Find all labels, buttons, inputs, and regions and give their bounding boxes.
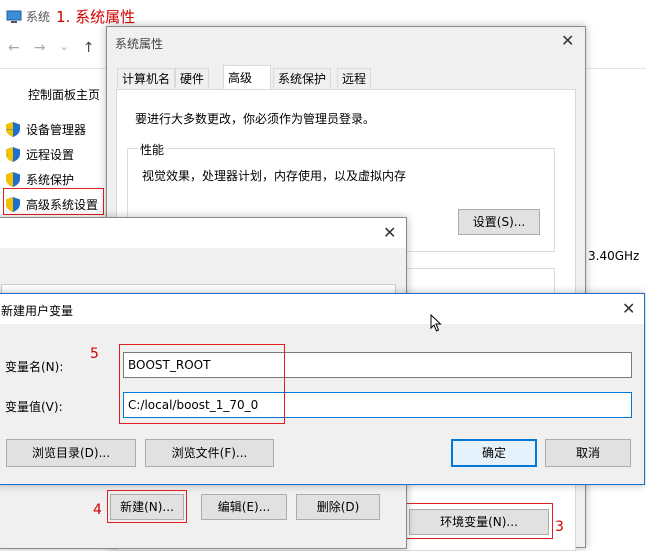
computer-icon: [6, 10, 22, 23]
sidebar-item-label: 远程设置: [26, 147, 75, 162]
browse-file-button[interactable]: 浏览文件(F)...: [145, 439, 274, 467]
performance-settings-button[interactable]: 设置(S)...: [458, 209, 540, 235]
delete-variable-button[interactable]: 删除(D): [296, 494, 380, 520]
explorer-titlebar: 系统 1. 系统属性: [6, 6, 135, 27]
annotation-box-4: [107, 490, 187, 523]
system-properties-title: 系统属性: [115, 37, 164, 51]
edit-variable-button[interactable]: 编辑(E)...: [201, 494, 287, 520]
sidebar-item-label: 系统保护: [26, 172, 75, 187]
annotation-box-3: [405, 503, 553, 539]
sidebar-item-system-protection[interactable]: 系统保护: [6, 169, 74, 189]
annotation-3: 3: [555, 519, 564, 535]
tab-computer-name[interactable]: 计算机名: [117, 68, 176, 88]
close-icon[interactable]: ✕: [622, 299, 635, 318]
close-icon[interactable]: ✕: [561, 31, 574, 50]
shield-icon: [6, 171, 20, 187]
variable-name-label: 变量名(N):: [5, 360, 64, 374]
shield-icon: [6, 146, 20, 162]
cancel-button[interactable]: 取消: [545, 439, 631, 467]
env-window-titlebar: [0, 218, 406, 248]
close-icon[interactable]: ✕: [383, 223, 396, 242]
sidebar-home-link[interactable]: 控制面板主页: [28, 86, 100, 103]
sidebar-item-label: 设备管理器: [26, 122, 87, 137]
tab-strip: 计算机名 硬件 高级 系统保护 远程: [115, 65, 575, 90]
sidebar-item-device-manager[interactable]: 设备管理器: [6, 119, 86, 139]
performance-desc: 视觉效果，处理器计划，内存使用，以及虚拟内存: [142, 169, 407, 183]
explorer-nav: ← → ⌄ ↑: [8, 40, 94, 56]
browse-directory-button[interactable]: 浏览目录(D)...: [6, 439, 136, 467]
shield-icon: [6, 121, 20, 137]
annotation-4: 4: [93, 502, 102, 518]
ok-button[interactable]: 确定: [451, 439, 537, 467]
cpu-speed: 3.40GHz: [588, 249, 640, 263]
recent-chevron-icon[interactable]: ⌄: [59, 40, 68, 56]
dialog-title: 新建用户变量: [1, 304, 74, 318]
explorer-title: 系统: [26, 10, 51, 24]
tab-hardware[interactable]: 硬件: [175, 68, 210, 88]
tab-advanced[interactable]: 高级: [223, 65, 271, 89]
new-user-variable-dialog: 新建用户变量 ✕ 5 变量名(N): BOOST_ROOT 变量值(V): C:…: [0, 293, 645, 485]
performance-label: 性能: [138, 141, 167, 158]
admin-note: 要进行大多数更改，你必须作为管理员登录。: [135, 112, 376, 126]
annotation-box-5: [119, 344, 285, 424]
tab-system-protection[interactable]: 系统保护: [273, 68, 332, 88]
variable-value-label: 变量值(V):: [5, 400, 63, 414]
annotation-5: 5: [90, 346, 99, 362]
dialog-titlebar: [0, 294, 644, 324]
cursor-icon: [430, 314, 442, 332]
annotation-1: 1. 系统属性: [56, 8, 136, 26]
up-arrow-icon[interactable]: ↑: [83, 40, 95, 56]
annotation-box-2: [3, 188, 104, 215]
sidebar-item-remote-settings[interactable]: 远程设置: [6, 144, 74, 164]
back-arrow-icon[interactable]: ←: [8, 40, 20, 56]
forward-arrow-icon[interactable]: →: [34, 40, 46, 56]
tab-remote[interactable]: 远程: [337, 68, 372, 88]
